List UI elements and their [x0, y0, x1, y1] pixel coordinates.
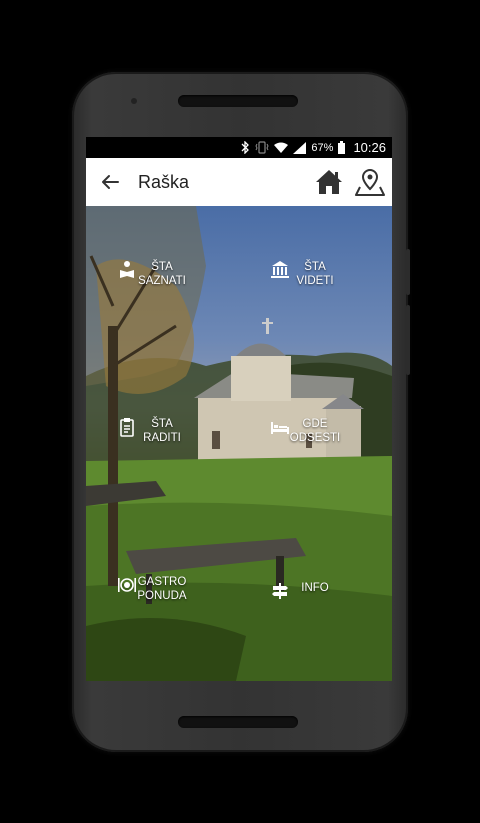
hero-background-photo: ŠTA SAZNATI ŠTA VIDETI ŠTA RADITI GDE OD…: [86, 206, 392, 681]
menu-gde-odsesti[interactable]: GDE ODSESTI: [270, 417, 360, 445]
volume-button: [406, 305, 410, 375]
reader-icon: [120, 261, 134, 278]
power-button: [406, 249, 410, 295]
menu-sta-raditi[interactable]: ŠTA RADITI: [117, 417, 207, 445]
back-arrow-icon[interactable]: [98, 170, 122, 194]
bottom-speaker: [178, 716, 298, 728]
menu-info[interactable]: INFO: [270, 581, 360, 599]
menu-sta-saznati[interactable]: ŠTA SAZNATI: [117, 260, 207, 288]
status-bar: 67% 10:26: [86, 137, 392, 158]
vibrate-icon: [255, 141, 269, 154]
info-signpost-icon: [272, 583, 288, 599]
page-title: Raška: [138, 172, 190, 192]
signal-icon: [293, 141, 307, 154]
battery-percent: 67%: [311, 141, 334, 154]
phone-screen: 67% 10:26 Raška ŠTA SAZNATI ŠTA VIDETI Š…: [86, 137, 392, 681]
front-camera: [131, 98, 137, 104]
bluetooth-icon: [241, 141, 250, 154]
museum-icon: [271, 261, 289, 278]
menu-sta-videti[interactable]: ŠTA VIDETI: [270, 260, 360, 288]
map-pin-icon[interactable]: [354, 167, 386, 197]
app-bar: Raška: [86, 158, 392, 206]
plate-cutlery-icon: [118, 578, 136, 592]
menu-gastro-ponuda[interactable]: GASTRO PONUDA: [117, 575, 207, 603]
wifi-icon: [274, 142, 289, 153]
battery-icon: [338, 141, 346, 154]
clipboard-icon: [120, 418, 134, 437]
bed-icon: [271, 422, 289, 434]
earpiece-speaker: [178, 95, 298, 107]
home-icon[interactable]: [314, 167, 344, 197]
clock: 10:26: [353, 140, 386, 155]
